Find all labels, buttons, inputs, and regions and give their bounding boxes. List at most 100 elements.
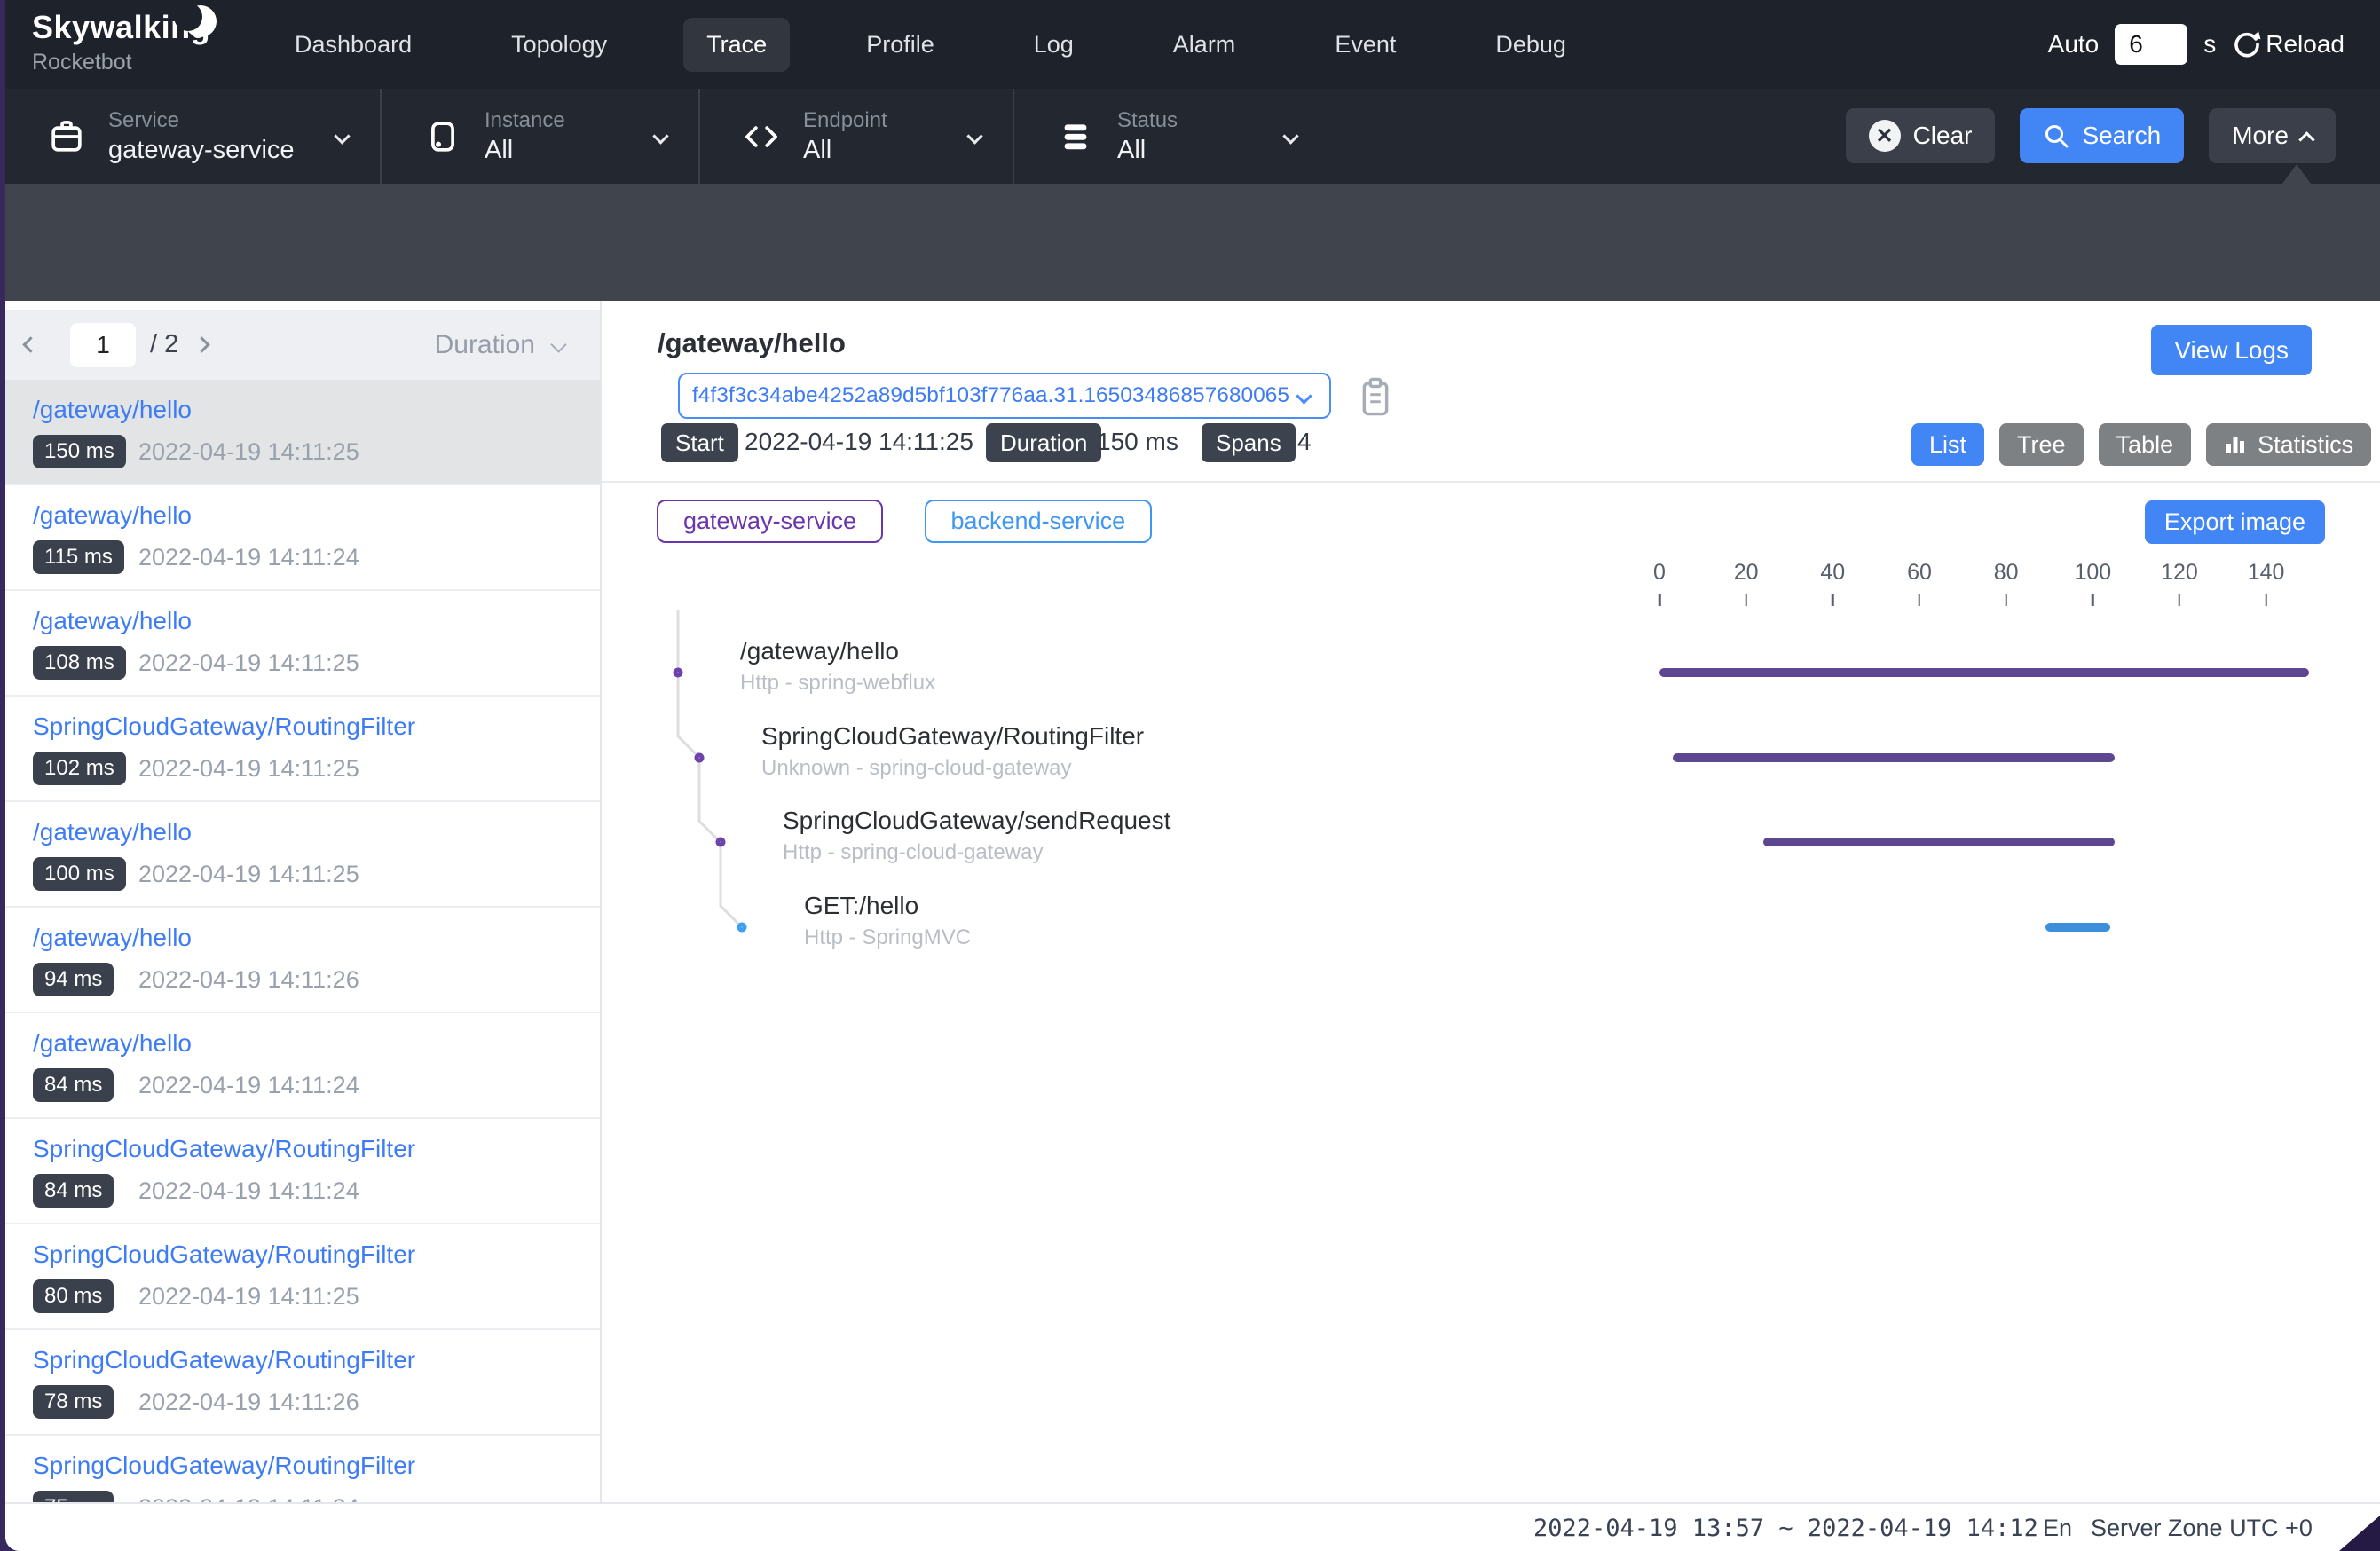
span-node[interactable] bbox=[716, 838, 726, 847]
endpoint-label: Endpoint bbox=[803, 108, 887, 133]
crescent-moon-icon bbox=[185, 5, 217, 37]
axis-tick-mark bbox=[2005, 594, 2007, 606]
trace-list-item[interactable]: SpringCloudGateway/RoutingFilter80 ms202… bbox=[5, 1224, 600, 1330]
trace-list-item[interactable]: SpringCloudGateway/RoutingFilter84 ms202… bbox=[5, 1119, 600, 1224]
trace-title: /gateway/hello bbox=[658, 327, 846, 359]
filter-bar: Service gateway-service Instance All End… bbox=[5, 89, 2380, 184]
span-title[interactable]: GET:/hello bbox=[804, 892, 918, 920]
trace-list-item[interactable]: /gateway/hello84 ms2022-04-19 14:11:24 bbox=[5, 1013, 600, 1119]
clear-button[interactable]: ✕ Clear bbox=[1846, 108, 1996, 163]
spans-value: 4 bbox=[1297, 428, 1312, 456]
trace-list-item[interactable]: /gateway/hello100 ms2022-04-19 14:11:25 bbox=[5, 802, 600, 908]
axis-tick-label: 20 bbox=[1734, 560, 1759, 586]
copy-icon[interactable] bbox=[1358, 376, 1393, 417]
nav-item-event[interactable]: Event bbox=[1312, 18, 1419, 72]
span-duration-bar[interactable] bbox=[1659, 668, 2309, 677]
trace-item-title[interactable]: SpringCloudGateway/RoutingFilter bbox=[33, 1135, 415, 1163]
search-button[interactable]: Search bbox=[2020, 108, 2184, 163]
next-page-icon[interactable] bbox=[194, 336, 210, 352]
service-icon bbox=[48, 118, 85, 155]
span-node[interactable] bbox=[695, 752, 705, 762]
axis-tick-mark bbox=[1919, 594, 1921, 606]
view-logs-button[interactable]: View Logs bbox=[2151, 325, 2312, 375]
trace-list-item[interactable]: /gateway/hello94 ms2022-04-19 14:11:26 bbox=[5, 908, 600, 1013]
footer-language[interactable]: En bbox=[2043, 1515, 2072, 1542]
trace-item-title[interactable]: SpringCloudGateway/RoutingFilter bbox=[33, 1346, 415, 1374]
trace-item-title[interactable]: SpringCloudGateway/RoutingFilter bbox=[33, 1240, 415, 1269]
trace-item-title[interactable]: /gateway/hello bbox=[33, 1029, 192, 1058]
more-button[interactable]: More bbox=[2209, 108, 2336, 163]
spans-pill: Spans bbox=[1202, 423, 1296, 462]
chevron-up-icon bbox=[2298, 131, 2314, 147]
endpoint-selector[interactable]: Endpoint All bbox=[700, 89, 1014, 184]
trace-item-title[interactable]: /gateway/hello bbox=[33, 818, 192, 846]
trace-item-title[interactable]: SpringCloudGateway/RoutingFilter bbox=[33, 1452, 415, 1480]
trace-list-item[interactable]: SpringCloudGateway/RoutingFilter75 ms202… bbox=[5, 1436, 600, 1502]
trace-list-item[interactable]: /gateway/hello 108 ms 2022-04-19 14:11:25 bbox=[5, 591, 600, 697]
more-filter-panel: Trace ID: Duration: Time Range: 2022-04-… bbox=[5, 184, 2380, 301]
trace-list-item[interactable]: /gateway/hello 150 ms 2022-04-19 14:11:25 bbox=[5, 380, 600, 485]
span-duration-bar[interactable] bbox=[1763, 838, 2115, 846]
trace-item-timestamp: 2022-04-19 14:11:25 bbox=[138, 438, 359, 466]
prev-page-icon[interactable] bbox=[22, 336, 38, 352]
start-value: 2022-04-19 14:11:25 bbox=[745, 428, 973, 456]
span-node[interactable] bbox=[674, 668, 683, 678]
nav-item-topology[interactable]: Topology bbox=[488, 18, 630, 72]
skywalking-logo[interactable]: Skywalking Rocketbot bbox=[32, 9, 210, 75]
instance-value: All bbox=[485, 136, 565, 165]
footer-time-range[interactable]: 2022-04-19 13:57 ~ 2022-04-19 14:12 bbox=[1533, 1515, 2038, 1542]
export-image-button[interactable]: Export image bbox=[2145, 500, 2325, 544]
trace-duration-badge: 102 ms bbox=[33, 752, 126, 785]
trace-item-timestamp: 2022-04-19 14:11:25 bbox=[138, 650, 359, 677]
trace-list-item[interactable]: SpringCloudGateway/RoutingFilter78 ms202… bbox=[5, 1330, 600, 1436]
footer-server-zone[interactable]: Server Zone UTC +0 bbox=[2091, 1515, 2313, 1542]
page-number-input[interactable] bbox=[70, 323, 136, 367]
view-mode-statistics[interactable]: Statistics bbox=[2206, 423, 2371, 466]
sort-label: Duration bbox=[435, 330, 535, 360]
view-mode-table[interactable]: Table bbox=[2099, 423, 2192, 466]
span-title[interactable]: /gateway/hello bbox=[740, 637, 899, 665]
trace-item-title[interactable]: /gateway/hello bbox=[33, 924, 192, 952]
view-mode-switch: List Tree Table Statistics bbox=[1911, 423, 2371, 466]
trace-duration-badge: 150 ms bbox=[33, 435, 126, 468]
span-node[interactable] bbox=[737, 923, 747, 933]
view-mode-tree[interactable]: Tree bbox=[1999, 423, 2084, 466]
more-label: More bbox=[2232, 122, 2289, 150]
span-title[interactable]: SpringCloudGateway/RoutingFilter bbox=[761, 722, 1144, 751]
span-subtitle: Http - spring-webflux bbox=[740, 671, 935, 696]
axis-tick-label: 120 bbox=[2161, 560, 2198, 586]
sort-dropdown[interactable]: Duration bbox=[435, 330, 564, 360]
trace-item-title[interactable]: /gateway/hello bbox=[33, 396, 192, 424]
nav-item-profile[interactable]: Profile bbox=[843, 18, 958, 72]
trace-list-item[interactable]: /gateway/hello115 ms2022-04-19 14:11:24 bbox=[5, 485, 600, 591]
trace-item-title[interactable]: /gateway/hello bbox=[33, 607, 192, 635]
footer-bar: 2022-04-19 13:57 ~ 2022-04-19 14:12 En S… bbox=[5, 1502, 2380, 1551]
trace-id-select[interactable]: f4f3f3c34abe4252a89d5bf103f776aa.31.1650… bbox=[678, 373, 1331, 419]
span-duration-bar[interactable] bbox=[2045, 923, 2110, 932]
auto-interval-input[interactable] bbox=[2115, 24, 2187, 65]
nav-item-log[interactable]: Log bbox=[1011, 18, 1097, 72]
reload-button[interactable]: Reload bbox=[2232, 29, 2345, 59]
trace-duration-badge: 108 ms bbox=[33, 646, 126, 680]
nav-item-alarm[interactable]: Alarm bbox=[1150, 18, 1259, 72]
status-selector[interactable]: Status All bbox=[1014, 89, 1328, 184]
trace-detail-panel: /gateway/hello View Logs f4f3f3c34abe425… bbox=[602, 301, 2380, 1502]
trace-item-title[interactable]: /gateway/hello bbox=[33, 501, 192, 530]
service-tag-backend-service[interactable]: backend-service bbox=[925, 500, 1153, 543]
chevron-down-icon bbox=[1282, 128, 1298, 144]
nav-item-debug[interactable]: Debug bbox=[1472, 18, 1589, 72]
service-selector[interactable]: Service gateway-service bbox=[5, 89, 382, 184]
instance-selector[interactable]: Instance All bbox=[382, 89, 700, 184]
span-title[interactable]: SpringCloudGateway/sendRequest bbox=[783, 807, 1170, 835]
service-tag-gateway-service[interactable]: gateway-service bbox=[657, 500, 883, 543]
trace-list-item[interactable]: SpringCloudGateway/RoutingFilter102 ms20… bbox=[5, 697, 600, 802]
start-pill: Start bbox=[661, 423, 738, 462]
trace-sidebar: / 2 Duration /gateway/hello150 ms2022-04… bbox=[5, 301, 602, 1502]
trace-item-title[interactable]: SpringCloudGateway/RoutingFilter bbox=[33, 713, 415, 741]
view-mode-list[interactable]: List bbox=[1911, 423, 1984, 466]
axis-tick-label: 80 bbox=[1994, 560, 2019, 586]
nav-item-trace[interactable]: Trace bbox=[683, 18, 790, 72]
span-duration-bar[interactable] bbox=[1673, 753, 2115, 762]
instance-icon bbox=[424, 118, 461, 155]
nav-item-dashboard[interactable]: Dashboard bbox=[272, 18, 435, 72]
